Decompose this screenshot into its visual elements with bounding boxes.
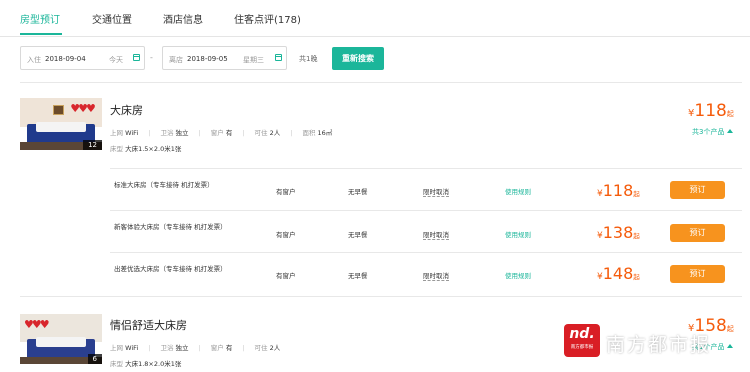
divider [110,168,742,169]
calendar-icon [133,54,140,61]
divider [110,252,742,253]
usage-rules-link[interactable]: 使用规则 [505,270,531,280]
rate-breakfast: 无早餐 [348,188,368,196]
checkin-weekday: 今天 [109,56,123,64]
nights-count: 共1晚 [299,55,318,63]
tab-reviews[interactable]: 住客点评(178) [234,11,301,26]
room-amenities: 上网 WiFi | 卫浴 独立 | 窗户 有 | 可住 2人 [110,344,281,352]
cancel-policy[interactable]: 限时取消 [423,229,449,240]
products-toggle[interactable]: 共3个产品 [692,127,734,137]
active-tab-indicator [20,33,62,35]
room-photo[interactable]: ♥♥♥ 12 [20,98,102,150]
tab-divider [0,36,750,37]
tab-hotel-info[interactable]: 酒店信息 [163,11,203,26]
watermark-text: 南方都市报 [606,334,712,356]
divider [20,82,742,83]
divider [20,296,742,297]
rate-name: 出差优选大床房（专车接待 机打发票） [114,265,227,273]
rate-window: 有窗户 [276,188,296,196]
rate-window: 有窗户 [276,272,296,280]
bed-type: 床型 大床1.8×2.0米1张 [110,360,182,368]
book-button[interactable]: 预订 [670,181,725,199]
book-button[interactable]: 预订 [670,224,725,242]
rate-breakfast: 无早餐 [348,231,368,239]
checkin-date: 2018-09-04 [45,55,86,63]
rate-breakfast: 无早餐 [348,272,368,280]
rate-name: 标准大床房（专车接待 机打发票） [114,181,214,189]
checkin-date-field[interactable]: 入住 2018-09-04 今天 [20,46,145,70]
newspaper-logo: nd. 南方都市报 [564,324,600,357]
chevron-up-icon [727,129,734,133]
checkout-date: 2018-09-05 [187,55,228,63]
tab-room-booking[interactable]: 房型预订 [20,11,60,26]
cancel-policy[interactable]: 限时取消 [423,186,449,197]
room-name[interactable]: 情侣舒适大床房 [110,317,187,333]
rate-price: ¥148起 [597,264,640,283]
re-search-button[interactable]: 重新搜索 [332,47,384,70]
room-min-price: ¥118起 [688,101,734,121]
rate-name: 新客体验大床房（专车接待 机打发票） [114,223,227,231]
calendar-icon [275,54,282,61]
divider [110,210,742,211]
chevron-up-icon [727,344,734,348]
tab-transport[interactable]: 交通位置 [92,11,132,26]
rate-window: 有窗户 [276,231,296,239]
photo-count: 6 [87,354,102,364]
book-button[interactable]: 预订 [670,265,725,283]
checkin-label: 入住 [27,56,41,64]
room-name[interactable]: 大床房 [110,102,143,118]
rate-price: ¥138起 [597,223,640,242]
room-photo[interactable]: ♥♥♥ 6 [20,314,102,364]
room-amenities: 上网 WiFi | 卫浴 独立 | 窗户 有 | 可住 2人 | 面积 16㎡ [110,129,333,137]
checkout-weekday: 星期三 [243,56,264,64]
checkout-date-field[interactable]: 离店 2018-09-05 星期三 [162,46,287,70]
photo-count: 12 [83,140,102,150]
usage-rules-link[interactable]: 使用规则 [505,229,531,239]
date-separator: - [150,53,153,62]
checkout-label: 离店 [169,56,183,64]
bed-type: 床型 大床1.5×2.0米1张 [110,145,182,153]
usage-rules-link[interactable]: 使用规则 [505,186,531,196]
rate-price: ¥118起 [597,181,640,200]
cancel-policy[interactable]: 限时取消 [423,270,449,281]
